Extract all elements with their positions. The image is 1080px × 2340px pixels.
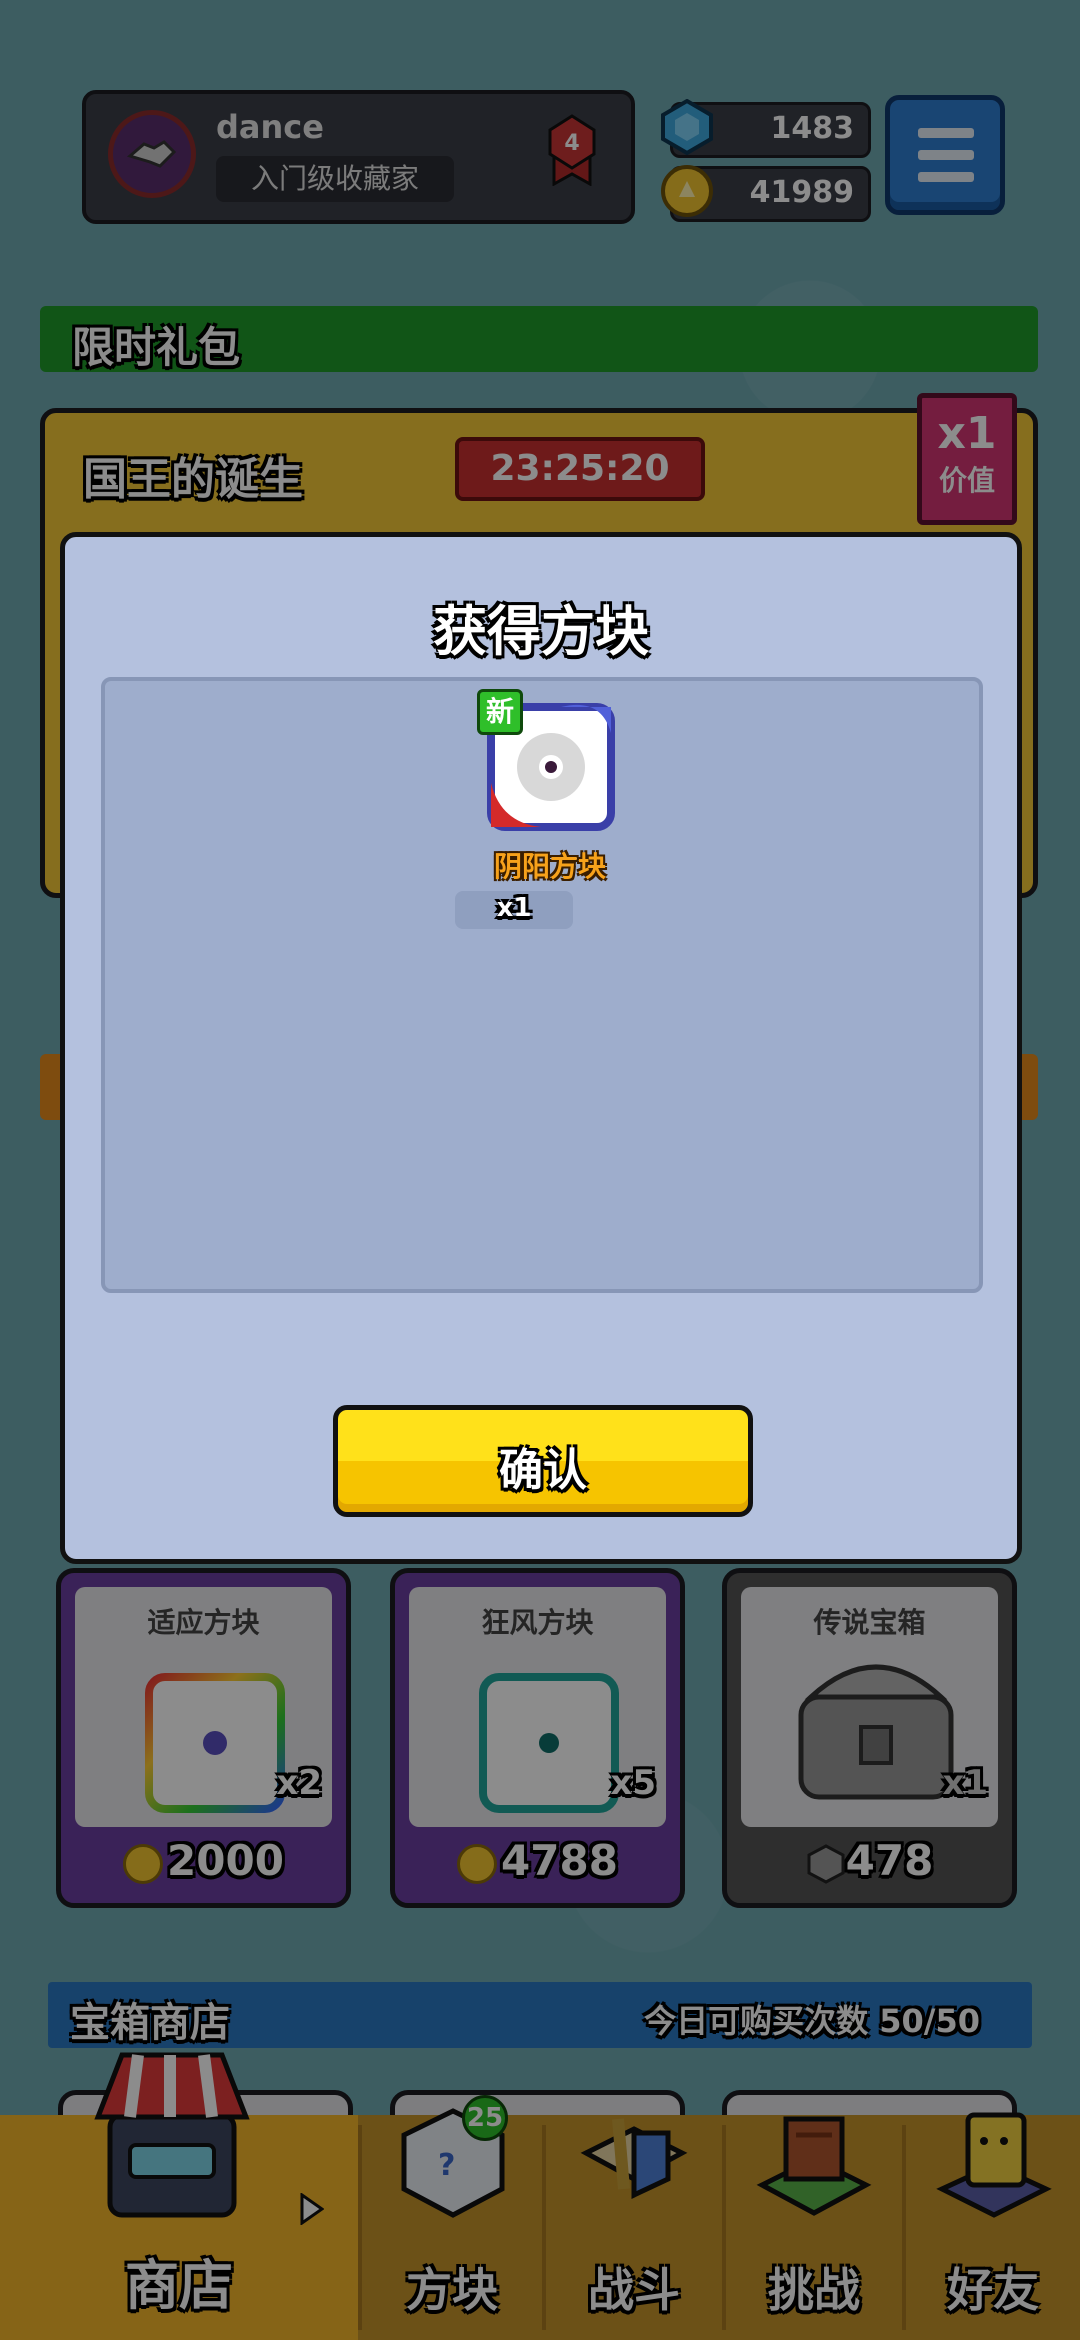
confirm-button[interactable]: 确认 <box>333 1405 753 1517</box>
reward-item[interactable]: 新 阴阳方块 <box>475 681 625 891</box>
reward-name: 阴阳方块 <box>493 850 606 883</box>
reward-list: 新 阴阳方块 x1 <box>101 677 983 1293</box>
reward-qty: x1 <box>496 893 532 923</box>
new-badge: 新 <box>477 689 523 735</box>
confirm-label: 确认 <box>499 1445 587 1496</box>
reward-qty-box: x1 <box>455 891 573 929</box>
reward-dialog: 获得方块 新 阴阳方块 x1 确认 <box>60 532 1022 1564</box>
dialog-title: 获得方块 <box>433 600 649 663</box>
